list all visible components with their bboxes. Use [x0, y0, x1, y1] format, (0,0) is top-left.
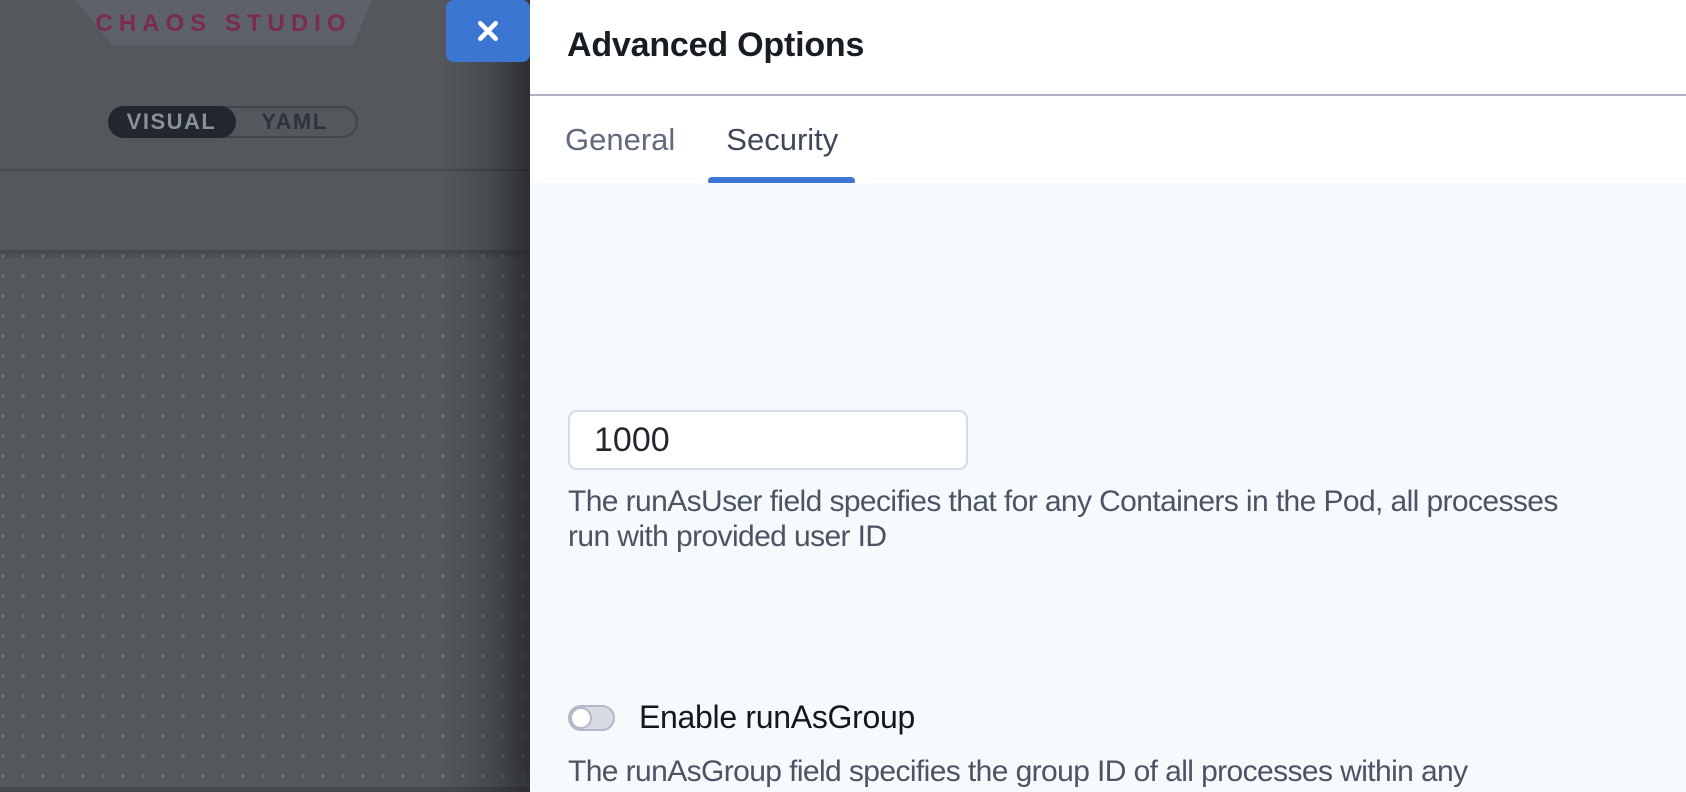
app-screen: CHAOS STUDIO VISUAL YAML Advanced Option… — [0, 0, 1686, 792]
canvas-top-shadow — [0, 250, 530, 260]
advanced-options-panel: Advanced Options General Security Enable… — [530, 0, 1686, 792]
dotted-canvas[interactable] — [0, 250, 530, 792]
dimmed-background-app: CHAOS STUDIO VISUAL YAML — [0, 0, 530, 792]
brand-title: CHAOS STUDIO — [95, 8, 351, 38]
tab-general-label: General — [565, 122, 675, 158]
segment-yaml-label: YAML — [261, 109, 327, 135]
panel-tabs: General Security — [565, 96, 838, 184]
tab-general[interactable]: General — [565, 96, 675, 184]
segment-visual-label: VISUAL — [127, 109, 217, 135]
visual-yaml-toggle[interactable]: VISUAL YAML — [108, 106, 358, 138]
tab-security[interactable]: Security — [726, 96, 838, 184]
close-icon — [472, 15, 504, 47]
run-as-group-label: Enable runAsGroup — [639, 699, 915, 736]
run-as-group-description: The runAsGroup field specifies the group… — [568, 754, 1658, 792]
toggle-knob — [570, 707, 592, 729]
run-as-group-toggle[interactable] — [568, 705, 615, 731]
toolbar-divider — [0, 169, 530, 171]
window-bottom-edge — [0, 787, 530, 792]
segment-yaml[interactable]: YAML — [233, 108, 356, 136]
run-as-user-description: The runAsUser field specifies that for a… — [568, 484, 1658, 554]
chaos-studio-banner: CHAOS STUDIO — [75, 0, 372, 45]
run-as-user-input[interactable] — [568, 410, 968, 470]
tab-security-label: Security — [726, 122, 838, 158]
run-as-group-row: Enable runAsGroup — [568, 699, 915, 736]
security-tab-content: Enable runAsUser The runAsUser field spe… — [530, 183, 1686, 792]
panel-title: Advanced Options — [567, 26, 864, 65]
segment-visual[interactable]: VISUAL — [110, 108, 233, 136]
close-panel-button[interactable] — [446, 0, 530, 62]
